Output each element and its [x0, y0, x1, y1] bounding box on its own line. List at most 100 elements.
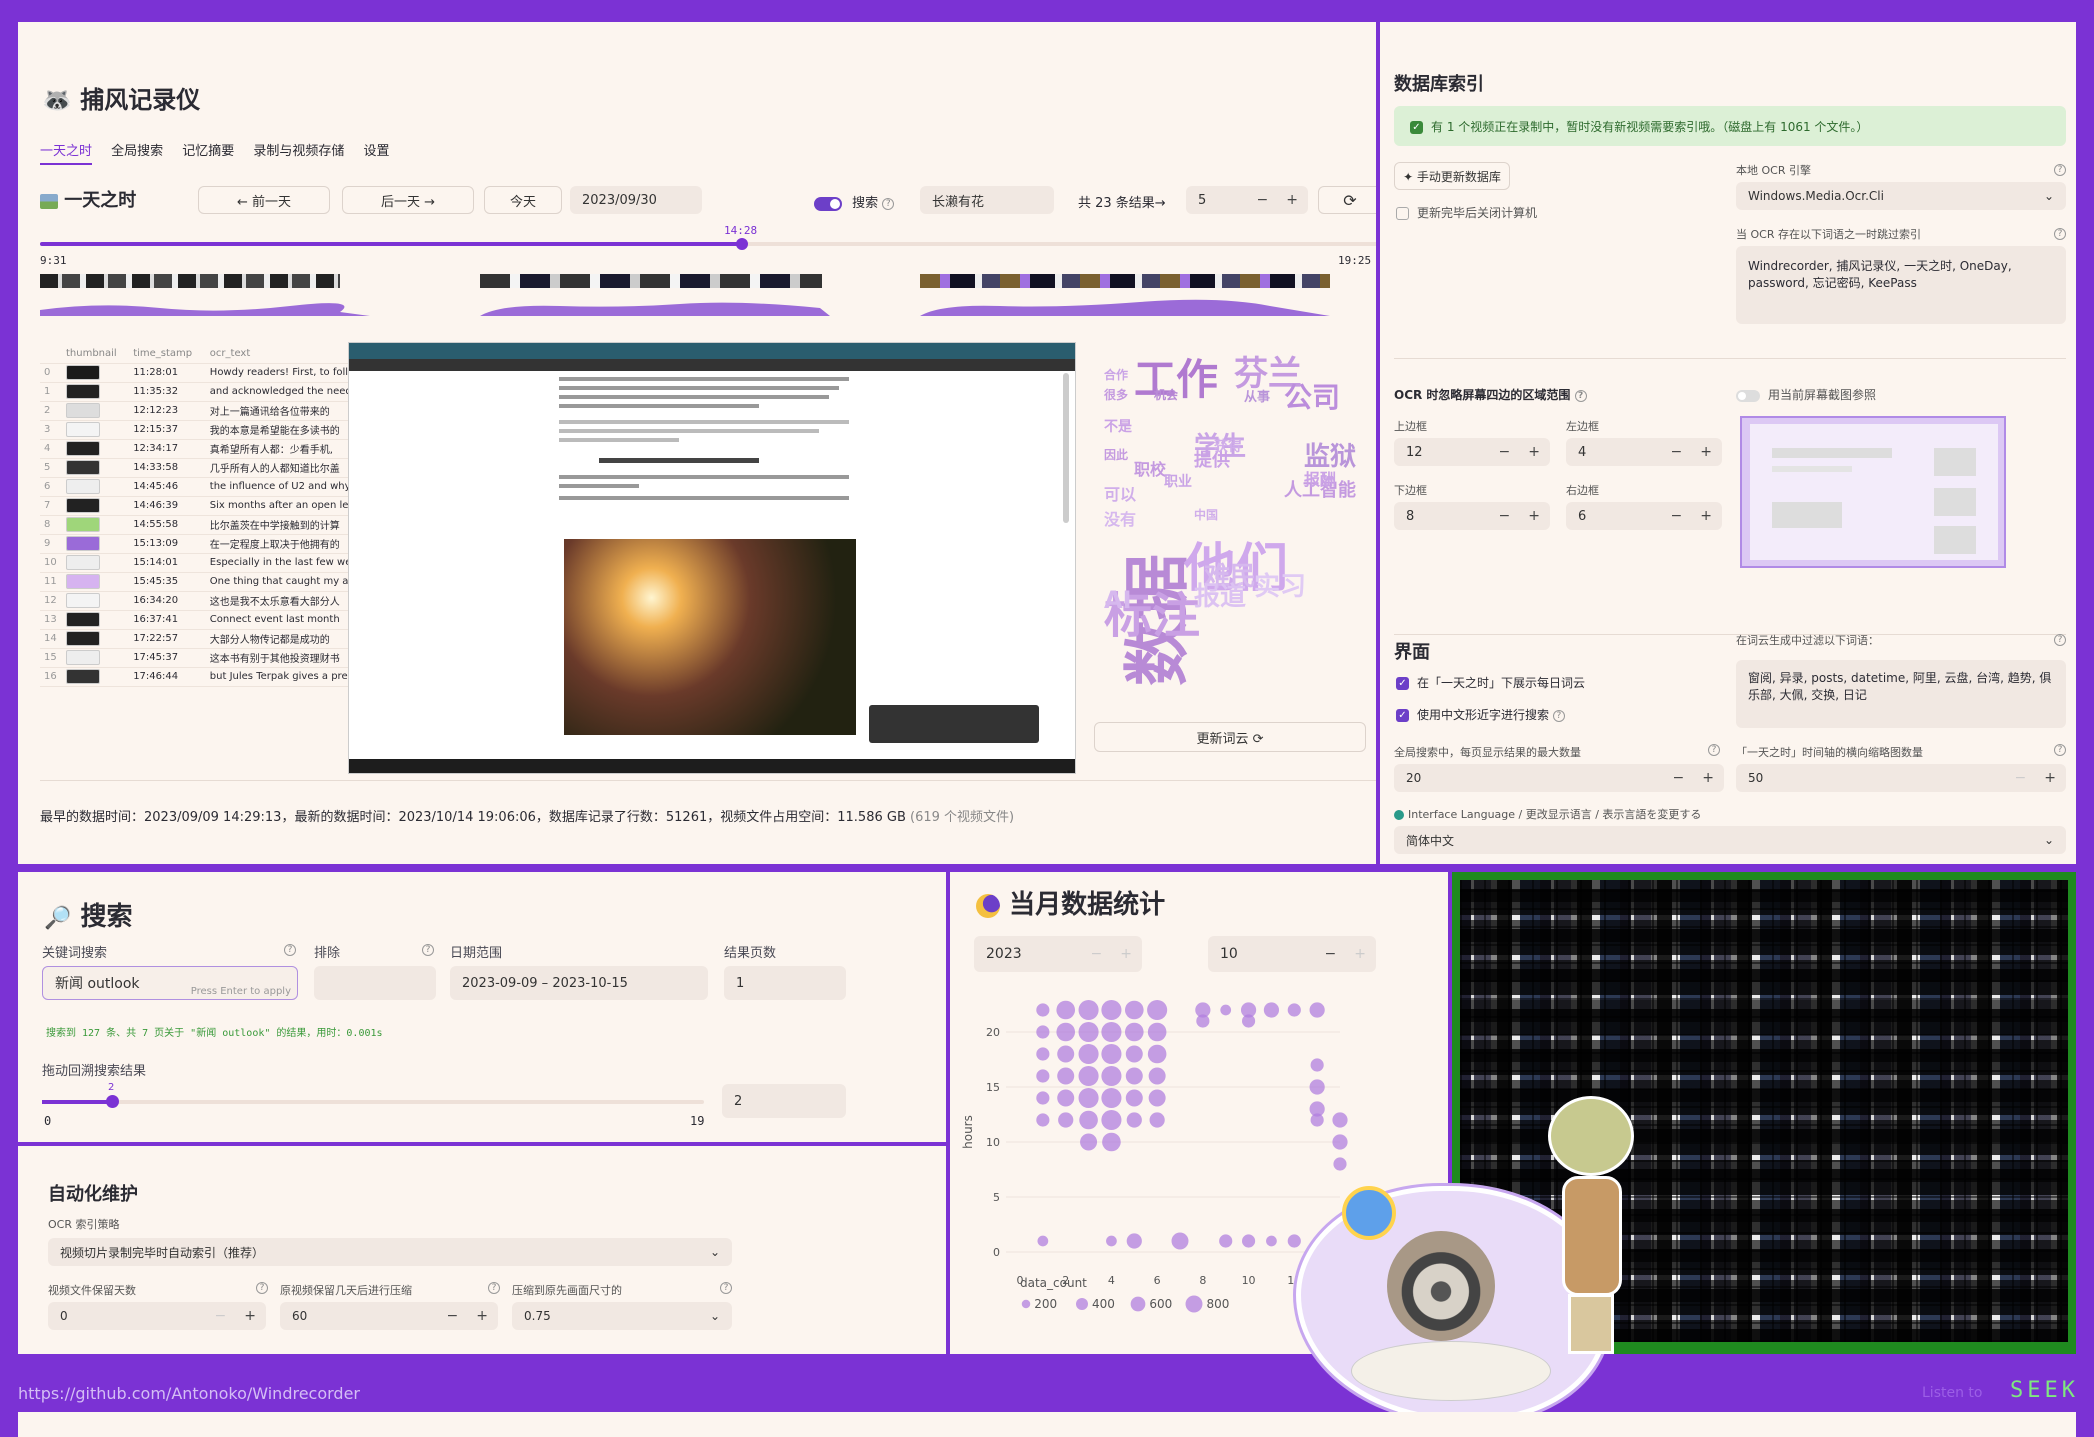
minus-icon[interactable]: −	[1671, 444, 1683, 460]
tab-memory-summary[interactable]: 记忆摘要	[182, 144, 234, 159]
result-index-input[interactable]: 2	[722, 1084, 846, 1118]
show-wordcloud-option[interactable]: ✓ 在「一天之时」下展示每日词云	[1396, 674, 1585, 691]
keep-days-stepper[interactable]: 0− +	[48, 1302, 266, 1330]
table-row[interactable]: 7 14:46:39 Six months after an open let	[40, 496, 350, 516]
plus-icon[interactable]: +	[1286, 192, 1298, 208]
refresh-button[interactable]: ⟳	[1318, 186, 1376, 214]
table-row[interactable]: 1 11:35:32 and acknowledged the need	[40, 382, 350, 402]
filter-words-textarea[interactable]: 窗阅, 异录, posts, datetime, 阿里, 云盘, 台湾, 趋势,…	[1736, 660, 2066, 728]
table-row[interactable]: 8 14:55:58 比尔盖茨在中学接触到的计算	[40, 515, 350, 535]
timeline-handle[interactable]	[736, 238, 748, 250]
result-index-stepper[interactable]: 5 − +	[1186, 186, 1308, 214]
fuzzy-search-option[interactable]: ✓ 使用中文形近字进行搜索 ?	[1396, 706, 1565, 723]
right-margin-stepper[interactable]: 6− +	[1566, 502, 1722, 530]
minus-icon[interactable]: −	[447, 1308, 459, 1324]
table-row[interactable]: 5 14:33:58 几乎所有人的人都知道比尔盖	[40, 458, 350, 478]
table-row[interactable]: 2 12:12:23 对上一篇通讯给各位带来的	[40, 401, 350, 421]
manual-update-button[interactable]: ✦ 手动更新数据库	[1394, 162, 1510, 190]
bottom-margin-stepper[interactable]: 8− +	[1394, 502, 1550, 530]
table-row[interactable]: 10 15:14:01 Especially in the last few w…	[40, 553, 350, 573]
max-results-stepper[interactable]: 20− +	[1394, 764, 1724, 792]
plus-icon[interactable]: +	[1528, 508, 1540, 524]
timeline-thumbnails[interactable]	[40, 274, 1376, 290]
table-row[interactable]: 12 16:34:20 这也是我不太乐意看大部分人	[40, 591, 350, 611]
shutdown-option[interactable]: 更新完毕后关闭计算机	[1396, 204, 1537, 221]
table-row[interactable]: 16 17:46:44 but Jules Terpak gives a pre…	[40, 667, 350, 687]
plus-icon[interactable]: +	[1120, 946, 1132, 962]
use-screenshot-toggle[interactable]: 用当前屏幕截图参照	[1736, 386, 1876, 403]
plus-icon[interactable]: +	[1354, 946, 1366, 962]
year-stepper[interactable]: 2023− +	[974, 936, 1142, 972]
help-icon[interactable]: ?	[284, 944, 296, 956]
result-slider[interactable]	[42, 1095, 704, 1108]
help-icon[interactable]: ?	[2054, 634, 2066, 646]
table-row[interactable]: 4 12:34:17 真希望所有人都：少看手机,	[40, 439, 350, 459]
table-row[interactable]: 15 17:45:37 这本书有别于其他投资理财书	[40, 648, 350, 668]
date-input[interactable]: 2023/09/30	[570, 186, 702, 214]
preview-scrollbar[interactable]	[1063, 373, 1069, 523]
help-icon[interactable]: ?	[882, 197, 895, 210]
table-row[interactable]: 6 14:45:46 the influence of U2 and why	[40, 477, 350, 497]
thumb-count-stepper[interactable]: 50− +	[1736, 764, 2066, 792]
plus-icon[interactable]: +	[2044, 770, 2056, 786]
ratio-select[interactable]: 0.75 ⌄	[512, 1302, 732, 1330]
help-icon[interactable]: ?	[256, 1282, 268, 1294]
plus-icon[interactable]: +	[476, 1308, 488, 1324]
help-icon[interactable]: ?	[2054, 228, 2066, 240]
plus-icon[interactable]: +	[1700, 444, 1712, 460]
minus-icon[interactable]: −	[1673, 770, 1685, 786]
table-row[interactable]: 3 12:15:37 我的本意是希望能在多读书的	[40, 420, 350, 440]
plus-icon[interactable]: +	[244, 1308, 256, 1324]
oneday-search-input[interactable]: 长濑有花	[920, 186, 1054, 214]
help-icon[interactable]: ?	[1552, 709, 1565, 722]
tab-global-search[interactable]: 全局搜索	[111, 144, 163, 159]
tab-settings[interactable]: 设置	[363, 144, 389, 159]
shutdown-checkbox[interactable]	[1396, 207, 1409, 220]
tab-recording[interactable]: 录制与视频存储	[253, 144, 344, 159]
pages-input[interactable]: 1	[724, 966, 846, 1000]
month-stepper[interactable]: 10− +	[1208, 936, 1376, 972]
help-icon[interactable]: ?	[2054, 164, 2066, 176]
minus-icon[interactable]: −	[1671, 508, 1683, 524]
help-icon[interactable]: ?	[720, 1282, 732, 1294]
minus-icon[interactable]: −	[2015, 770, 2027, 786]
help-icon[interactable]: ?	[1708, 744, 1720, 756]
left-margin-stepper[interactable]: 4− +	[1566, 438, 1722, 466]
search-toggle[interactable]	[814, 196, 842, 211]
next-day-button[interactable]: 后一天 →	[342, 186, 474, 214]
checkbox-checked[interactable]: ✓	[1396, 677, 1409, 690]
plus-icon[interactable]: +	[1700, 508, 1712, 524]
compress-days-stepper[interactable]: 60− +	[280, 1302, 498, 1330]
tab-oneday[interactable]: 一天之时	[40, 144, 93, 165]
plus-icon[interactable]: +	[1702, 770, 1714, 786]
skip-words-textarea[interactable]: Windrecorder, 捕风记录仪, 一天之时, OneDay, passw…	[1736, 246, 2066, 324]
today-button[interactable]: 今天	[484, 186, 562, 214]
github-link[interactable]: https://github.com/Antonoko/Windrecorder	[18, 1384, 360, 1403]
slider-handle[interactable]	[106, 1095, 119, 1108]
checkbox-checked[interactable]: ✓	[1396, 709, 1409, 722]
table-row[interactable]: 14 17:22:57 大部分人物传记都是成功的	[40, 629, 350, 649]
toggle-off[interactable]	[1736, 389, 1760, 402]
update-wordcloud-button[interactable]: 更新词云 ⟳	[1094, 722, 1366, 752]
date-range-input[interactable]: 2023-09-09 – 2023-10-15	[450, 966, 708, 1000]
help-icon[interactable]: ?	[422, 944, 434, 956]
minus-icon[interactable]: −	[1091, 946, 1103, 962]
language-select[interactable]: 简体中文 ⌄	[1394, 826, 2066, 854]
help-icon[interactable]: ?	[2054, 744, 2066, 756]
minus-icon[interactable]: −	[215, 1308, 227, 1324]
help-icon[interactable]: ?	[488, 1282, 500, 1294]
screen-preview[interactable]	[348, 342, 1076, 774]
keyword-search-input[interactable]: 新闻 outlook Press Enter to apply	[42, 966, 298, 1000]
help-icon[interactable]: ?	[1574, 389, 1587, 402]
minus-icon[interactable]: −	[1499, 508, 1511, 524]
table-row[interactable]: 11 15:45:35 One thing that caught my at	[40, 572, 350, 592]
minus-icon[interactable]: −	[1499, 444, 1511, 460]
table-row[interactable]: 13 16:37:41 Connect event last month	[40, 610, 350, 630]
plus-icon[interactable]: +	[1528, 444, 1540, 460]
minus-icon[interactable]: −	[1325, 946, 1337, 962]
strategy-select[interactable]: 视频切片录制完毕时自动索引（推荐） ⌄	[48, 1238, 732, 1266]
table-row[interactable]: 9 15:13:09 在一定程度上取决于他拥有的	[40, 534, 350, 554]
prev-day-button[interactable]: ← 前一天	[198, 186, 330, 214]
table-row[interactable]: 0 11:28:01 Howdy readers! First, to foll…	[40, 363, 350, 383]
timeline-track[interactable]	[40, 238, 1376, 250]
